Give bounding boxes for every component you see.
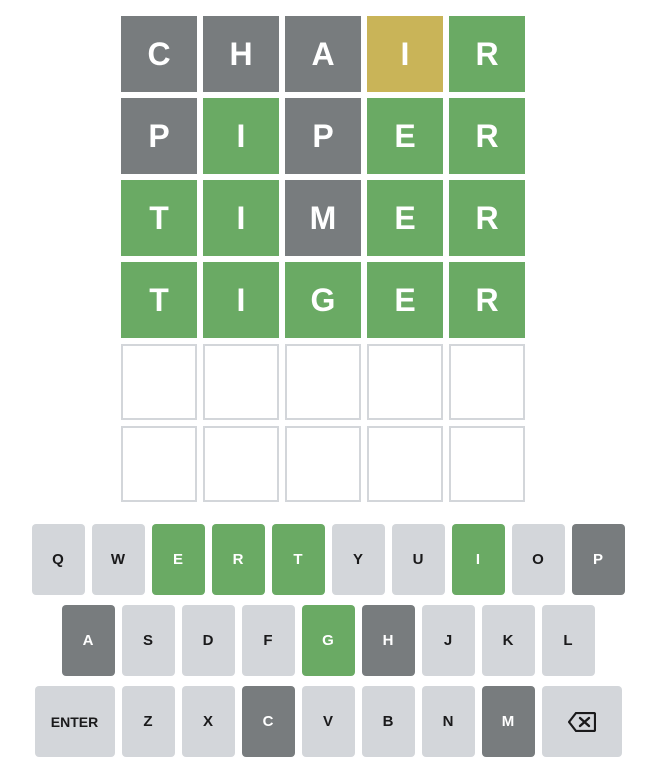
tile-empty [367, 344, 443, 420]
tile-correct: R [449, 16, 525, 92]
board-row: CHAIR [121, 16, 525, 92]
key-f[interactable]: F [241, 605, 295, 676]
key-a[interactable]: A [61, 605, 115, 676]
key-r[interactable]: R [211, 524, 265, 595]
tile-correct: E [367, 262, 443, 338]
key-x[interactable]: X [181, 686, 235, 757]
tile-absent: P [285, 98, 361, 174]
backspace-key[interactable] [541, 686, 622, 757]
tile-empty [449, 344, 525, 420]
tile-absent: C [121, 16, 197, 92]
tile-correct: I [203, 180, 279, 256]
tile-correct: R [449, 262, 525, 338]
keyboard-row: ASDFGHJKL [0, 605, 656, 676]
keyboard-row: ENTER Z X C V B N M [0, 686, 656, 757]
key-y[interactable]: Y [331, 524, 385, 595]
key-j[interactable]: J [421, 605, 475, 676]
tile-empty [285, 426, 361, 502]
tile-correct: I [203, 98, 279, 174]
tile-empty [285, 344, 361, 420]
tile-correct: I [203, 262, 279, 338]
key-l[interactable]: L [541, 605, 595, 676]
tile-absent: M [285, 180, 361, 256]
key-c[interactable]: C [241, 686, 295, 757]
key-o[interactable]: O [511, 524, 565, 595]
tile-empty [367, 426, 443, 502]
tile-empty [203, 344, 279, 420]
tile-absent: P [121, 98, 197, 174]
tile-correct: T [121, 180, 197, 256]
tile-present: I [367, 16, 443, 92]
key-u[interactable]: U [391, 524, 445, 595]
tile-empty [449, 426, 525, 502]
key-d[interactable]: D [181, 605, 235, 676]
key-h[interactable]: H [361, 605, 415, 676]
key-g[interactable]: G [301, 605, 355, 676]
key-k[interactable]: K [481, 605, 535, 676]
board-row [121, 426, 525, 502]
tile-empty [203, 426, 279, 502]
key-q[interactable]: Q [31, 524, 85, 595]
tile-correct: G [285, 262, 361, 338]
tile-empty [121, 344, 197, 420]
board-row: PIPER [121, 98, 525, 174]
tile-correct: E [367, 180, 443, 256]
tile-absent: H [203, 16, 279, 92]
on-screen-keyboard: Q W E R T Y U I O P A S D F G H J K L ENTER Z X C V B N M [0, 524, 656, 767]
key-m[interactable]: M [481, 686, 535, 757]
key-w[interactable]: W [91, 524, 145, 595]
backspace-icon [567, 711, 596, 732]
tile-correct: T [121, 262, 197, 338]
tile-absent: A [285, 16, 361, 92]
key-z[interactable]: Z [121, 686, 175, 757]
tile-correct: E [367, 98, 443, 174]
tile-empty [121, 426, 197, 502]
key-i[interactable]: I [451, 524, 505, 595]
enter-key[interactable]: ENTER [34, 686, 115, 757]
key-s[interactable]: S [121, 605, 175, 676]
game-board: CHAIRPIPERTIMERTIGER [121, 16, 525, 508]
board-row: TIGER [121, 262, 525, 338]
key-p[interactable]: P [571, 524, 625, 595]
key-n[interactable]: N [421, 686, 475, 757]
board-row [121, 344, 525, 420]
key-t[interactable]: T [271, 524, 325, 595]
keyboard-row: QWERTYUIOP [0, 524, 656, 595]
tile-correct: R [449, 98, 525, 174]
board-row: TIMER [121, 180, 525, 256]
key-v[interactable]: V [301, 686, 355, 757]
key-e[interactable]: E [151, 524, 205, 595]
key-b[interactable]: B [361, 686, 415, 757]
tile-correct: R [449, 180, 525, 256]
